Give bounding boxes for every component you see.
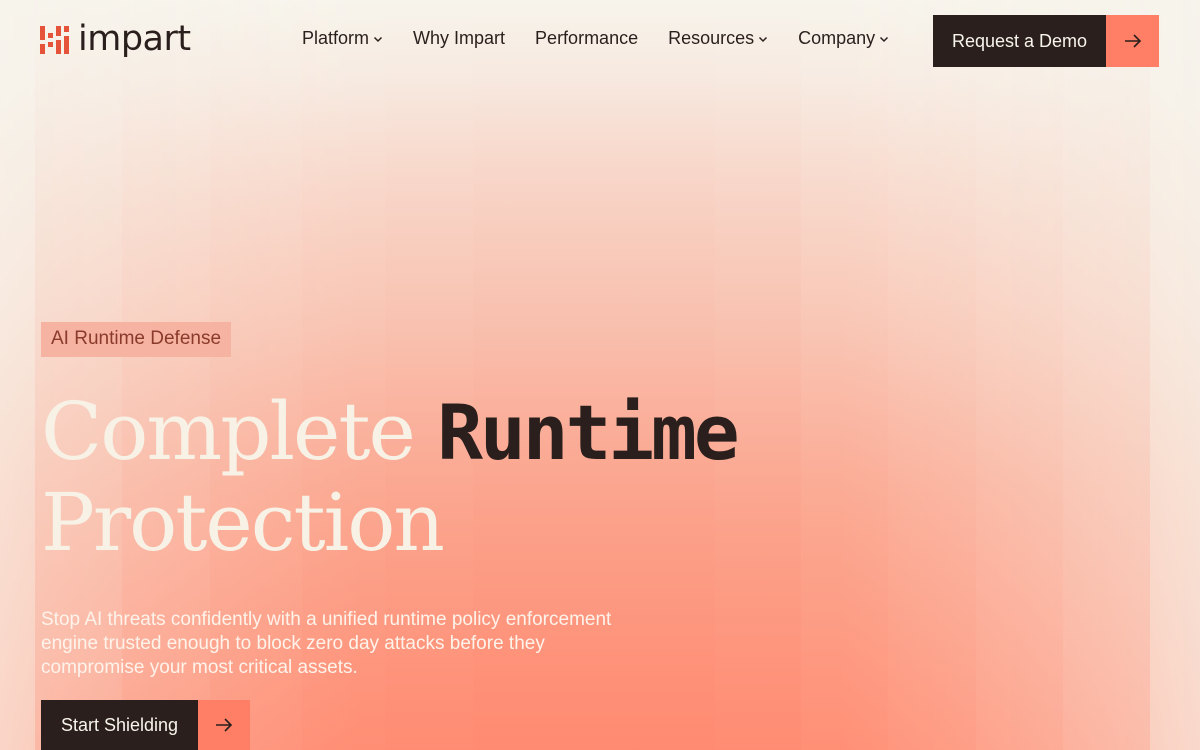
chevron-down-icon (759, 36, 768, 42)
chevron-down-icon (374, 36, 383, 42)
hero-subtitle: Stop AI threats confidently with a unifi… (41, 609, 612, 678)
site-header: impart Platform Why Impart Performance R… (0, 0, 1200, 82)
hero-headline: Complete Runtime Protection (41, 387, 941, 568)
start-shielding-button[interactable]: Start Shielding (41, 700, 250, 750)
nav-why-impart[interactable]: Why Impart (413, 28, 505, 49)
logo-text: impart (78, 19, 191, 59)
category-badge: AI Runtime Defense (41, 322, 232, 357)
arrow-right-icon (198, 700, 250, 750)
headline-part-protection: Protection (41, 476, 445, 569)
nav-company-label: Company (798, 28, 876, 48)
impart-logo-icon (40, 24, 70, 56)
nav-resources-label: Resources (668, 28, 755, 48)
main-nav: Platform Why Impart Performance Resource… (302, 28, 919, 49)
nav-resources[interactable]: Resources (668, 28, 768, 49)
start-shielding-label: Start Shielding (41, 700, 198, 750)
headline-part-complete: Complete (41, 385, 438, 478)
request-demo-label: Request a Demo (933, 15, 1106, 67)
nav-company[interactable]: Company (798, 28, 889, 49)
nav-platform[interactable]: Platform (302, 28, 383, 49)
chevron-down-icon (880, 36, 889, 42)
hero-section: AI Runtime Defense Complete Runtime Prot… (41, 322, 941, 680)
nav-performance-label: Performance (535, 28, 639, 48)
headline-part-runtime: Runtime (437, 388, 739, 477)
logo[interactable]: impart (40, 22, 191, 57)
nav-why-impart-label: Why Impart (413, 28, 506, 48)
nav-platform-label: Platform (302, 28, 370, 48)
request-demo-button[interactable]: Request a Demo (933, 15, 1159, 67)
nav-performance[interactable]: Performance (535, 28, 638, 49)
arrow-right-icon (1106, 15, 1159, 67)
